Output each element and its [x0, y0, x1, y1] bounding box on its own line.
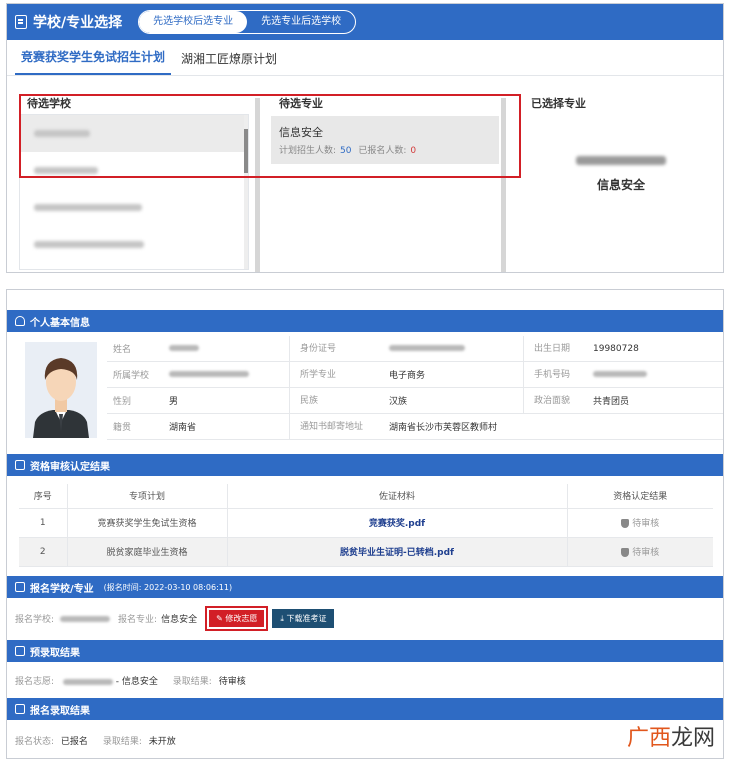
shield-icon [621, 548, 630, 557]
selection-mode-toggle[interactable]: 先选学校后选专业 先选专业后选学校 [138, 10, 357, 34]
selection-title: 学校/专业选择 [33, 15, 123, 31]
evidence-file-link[interactable]: 脱贫毕业生证明-已转档.pdf [340, 548, 454, 558]
document-icon [15, 704, 25, 714]
section-apply: 报名学校/专业 (报名时间: 2022-03-10 08:06:11) [7, 576, 723, 598]
section-basic-info: 个人基本信息 [7, 310, 723, 332]
school-major-selection-panel: 学校/专业选择 先选学校后选专业 先选专业后选学校 竞赛获奖学生免试招生计划 湖… [6, 3, 724, 273]
final-result-line: 报名状态: 已报名 录取结果: 未开放 [15, 737, 176, 747]
table-row: 1 竞赛获奖学生免试生资格 竞赛获奖.pdf 待审核 [19, 508, 713, 538]
apply-line: 报名学校: 报名专业: 信息安全 ✎ 修改志愿 ⤓ 下载准考证 [15, 606, 335, 631]
basic-info-grid: 姓名 身份证号 出生日期 19980728 所属学校 所学专业 电子商务 手机号… [107, 335, 723, 440]
section-qualification: 资格审核认定结果 [7, 454, 723, 476]
schools-scrollbar[interactable] [244, 115, 248, 269]
plan-tabs: 竞赛获奖学生免试招生计划 湖湘工匠燎原计划 [7, 40, 723, 76]
major-info: 计划招生人数: 50 已报名人数: 0 [279, 146, 417, 156]
review-status: 待审核 [621, 548, 659, 558]
document-icon [15, 460, 25, 470]
chosen-school-name [576, 156, 666, 165]
info-row: 性别 男 民族 汉族 政治面貌 共青团员 [107, 387, 723, 414]
school-item[interactable] [20, 115, 248, 152]
school-item[interactable] [20, 226, 248, 263]
pre-admission-line: 报名志愿: - 信息安全 录取结果: 待审核 [15, 677, 246, 687]
toggle-school-first[interactable]: 先选学校后选专业 [139, 11, 248, 33]
review-status: 待审核 [621, 519, 659, 529]
chosen-column: 已选择专业 信息安全 [517, 90, 723, 272]
schools-header: 待选学校 [27, 97, 71, 110]
school-item[interactable] [20, 152, 248, 189]
download-ticket-button[interactable]: ⤓ 下载准考证 [272, 609, 335, 628]
chosen-major-name: 信息安全 [596, 178, 645, 192]
majors-header: 待选专业 [279, 97, 323, 110]
major-item[interactable]: 信息安全 计划招生人数: 50 已报名人数: 0 [271, 116, 499, 164]
application-info-panel: 个人基本信息 姓名 身份证号 出生日期 19980728 所属学校 所学专业 电… [6, 289, 724, 759]
apply-time: (报名时间: 2022-03-10 08:06:11) [103, 582, 233, 592]
toggle-major-first[interactable]: 先选专业后选学校 [247, 11, 355, 33]
evidence-file-link[interactable]: 竞赛获奖.pdf [369, 519, 425, 529]
tab-competition-plan[interactable]: 竞赛获奖学生免试招生计划 [15, 48, 172, 75]
schools-column: 待选学校 [15, 90, 251, 272]
schools-list [19, 114, 249, 270]
school-item[interactable] [20, 189, 248, 226]
site-watermark: 广西龙网 [626, 726, 715, 751]
avatar [25, 342, 97, 438]
edit-wish-button[interactable]: ✎ 修改志愿 [205, 606, 269, 631]
section-final-result: 报名录取结果 [7, 698, 723, 720]
plan-count: 50 [340, 146, 352, 156]
qualification-table: 序号 专项计划 佐证材料 资格认定结果 1 竞赛获奖学生免试生资格 竞赛获奖.p… [19, 484, 713, 567]
document-icon [15, 15, 27, 29]
selection-header: 学校/专业选择 先选学校后选专业 先选专业后选学校 [7, 4, 723, 40]
chosen-header: 已选择专业 [531, 97, 586, 110]
school-icon [15, 582, 25, 592]
info-row: 姓名 身份证号 出生日期 19980728 [107, 335, 723, 362]
document-icon [15, 646, 25, 656]
info-row: 籍贯 湖南省 通知书邮寄地址 湖南省长沙市芙蓉区教师村 [107, 413, 723, 440]
major-name: 信息安全 [279, 126, 323, 139]
table-row: 2 脱贫家庭毕业生资格 脱贫毕业生证明-已转档.pdf 待审核 [19, 537, 713, 567]
user-icon [15, 316, 25, 326]
majors-column: 待选专业 信息安全 计划招生人数: 50 已报名人数: 0 [263, 90, 507, 272]
info-row: 所属学校 所学专业 电子商务 手机号码 [107, 361, 723, 388]
tab-craftsman-plan[interactable]: 湖湘工匠燎原计划 [175, 50, 283, 75]
applied-count: 0 [410, 146, 417, 156]
shield-icon [621, 519, 630, 528]
section-pre-admission: 预录取结果 [7, 640, 723, 662]
